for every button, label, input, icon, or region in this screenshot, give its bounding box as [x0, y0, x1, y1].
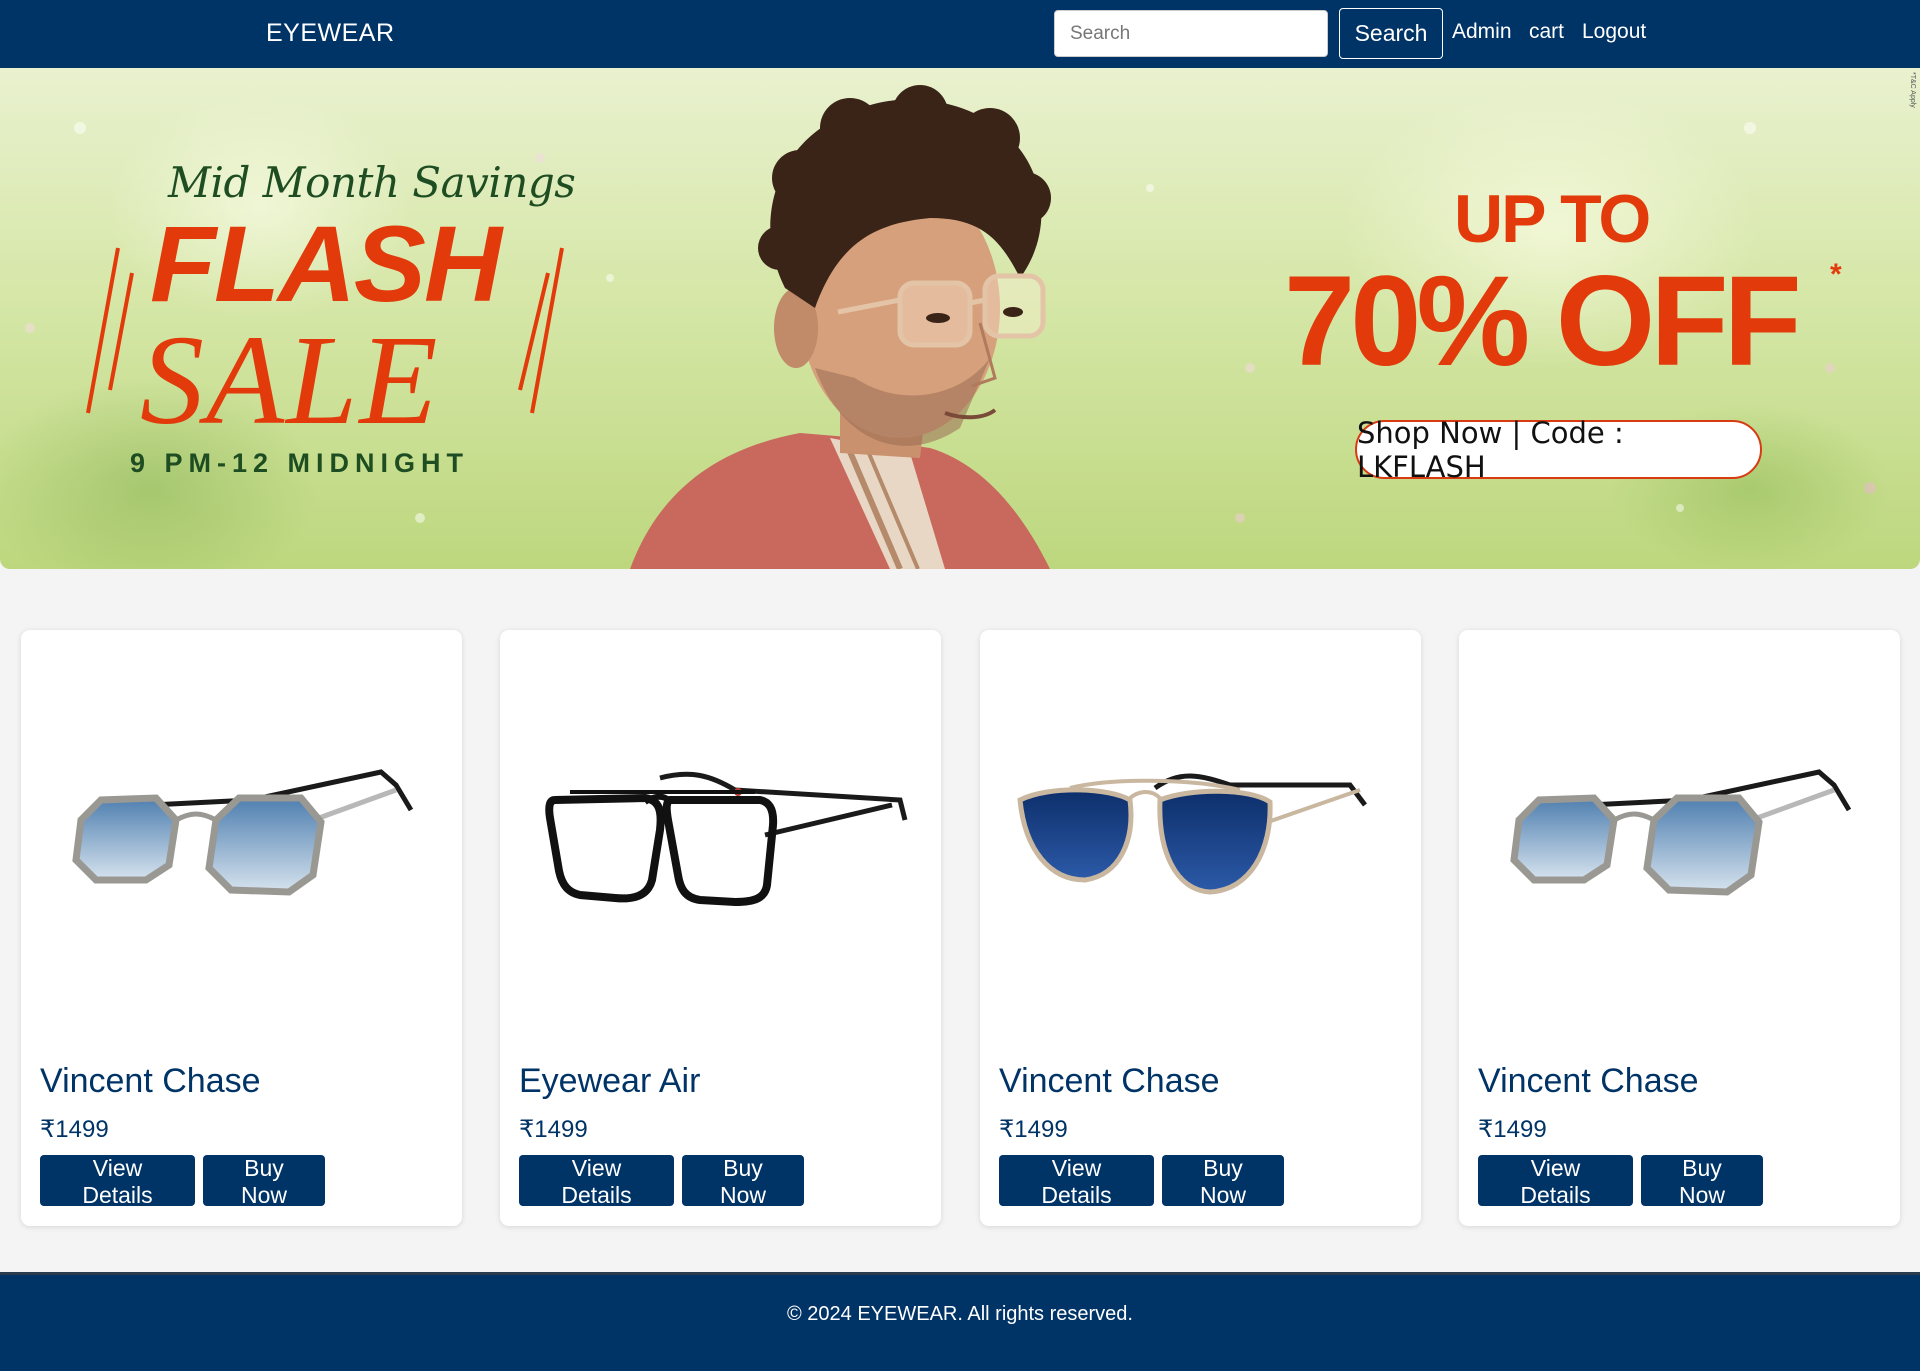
promo-banner[interactable]: *T&C Apply Mid Month Savings FLASH SALE … [0, 68, 1920, 569]
product-image-hexagonal-sunglasses[interactable] [1489, 730, 1870, 930]
banner-asterisk: * [1830, 258, 1842, 291]
nav-link-logout[interactable]: Logout [1582, 20, 1646, 44]
product-name[interactable]: Vincent Chase [40, 1062, 261, 1101]
buy-now-button[interactable]: Buy Now [682, 1155, 804, 1208]
banner-flash: FLASH [150, 203, 502, 324]
banner-discount: 70% OFF [1284, 250, 1802, 393]
buy-now-button[interactable]: Buy Now [203, 1155, 325, 1208]
product-price: ₹1499 [40, 1116, 109, 1143]
view-details-button[interactable]: View Details [1478, 1155, 1633, 1208]
product-name[interactable]: Vincent Chase [1478, 1062, 1699, 1101]
terms-note: *T&C Apply [1909, 72, 1916, 108]
footer: © 2024 EYEWEAR. All rights reserved. [0, 1272, 1920, 1371]
product-card: Vincent Chase ₹1499 View Details Buy Now [1459, 630, 1900, 1226]
brand-logo[interactable]: EYEWEAR [266, 19, 395, 48]
product-card: Vincent Chase ₹1499 View Details Buy Now [21, 630, 462, 1226]
product-image-black-eyeglasses[interactable] [530, 730, 911, 930]
view-details-button[interactable]: View Details [519, 1155, 674, 1208]
search-button[interactable]: Search [1339, 8, 1443, 59]
banner-time: 9 PM-12 MIDNIGHT [130, 448, 470, 478]
product-name[interactable]: Vincent Chase [999, 1062, 1220, 1101]
product-card: Vincent Chase ₹1499 View Details Buy Now [980, 630, 1421, 1226]
view-details-button[interactable]: View Details [999, 1155, 1154, 1208]
nav-link-admin[interactable]: Admin [1452, 20, 1512, 44]
search-input[interactable] [1054, 10, 1328, 57]
footer-copyright: © 2024 EYEWEAR. All rights reserved. [787, 1303, 1133, 1325]
banner-kicker: Mid Month Savings [168, 158, 576, 207]
banner-sale: SALE [140, 309, 440, 451]
model-image [630, 85, 1051, 569]
buy-now-button[interactable]: Buy Now [1641, 1155, 1763, 1208]
product-card: Eyewear Air ₹1499 View Details Buy Now [500, 630, 941, 1226]
product-image-aviator-sunglasses[interactable] [1010, 730, 1391, 930]
nav-link-cart[interactable]: cart [1529, 20, 1564, 44]
product-price: ₹1499 [1478, 1116, 1547, 1143]
shop-now-button[interactable]: Shop Now | Code : LKFLASH [1355, 416, 1762, 484]
navbar: EYEWEAR Search Admin cart Logout [0, 0, 1920, 68]
buy-now-button[interactable]: Buy Now [1162, 1155, 1284, 1208]
product-price: ₹1499 [999, 1116, 1068, 1143]
product-name[interactable]: Eyewear Air [519, 1062, 700, 1101]
product-image-hexagonal-sunglasses[interactable] [51, 730, 432, 930]
product-price: ₹1499 [519, 1116, 588, 1143]
banner-upto: UP TO [1454, 181, 1651, 257]
view-details-button[interactable]: View Details [40, 1155, 195, 1208]
